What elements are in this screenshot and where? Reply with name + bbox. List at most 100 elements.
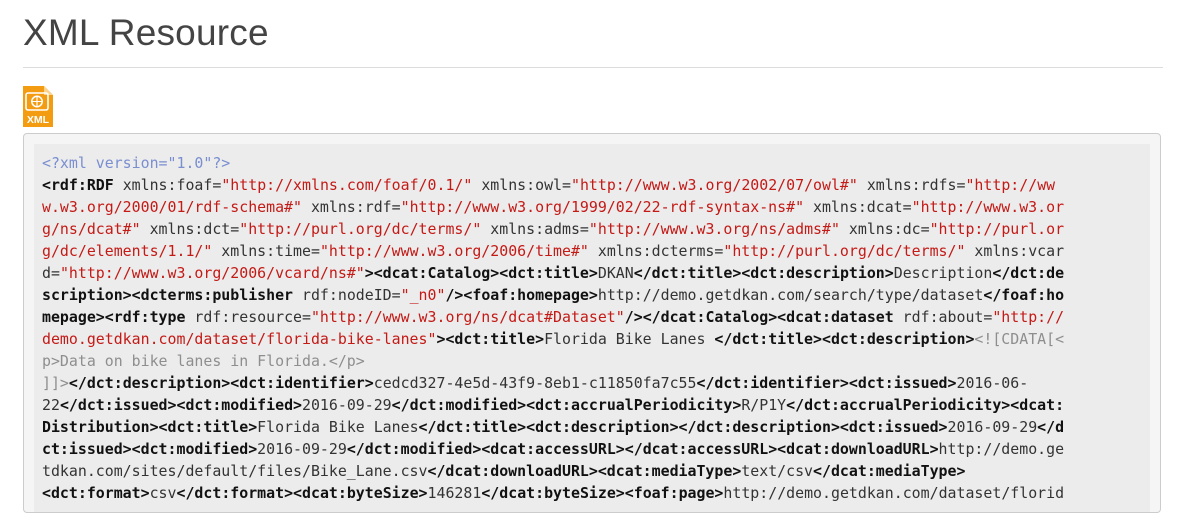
xml-icon-label: XML (27, 114, 50, 126)
code-token: <rdf:RDF (42, 176, 114, 194)
code-token: d= (42, 264, 60, 282)
code-token: DKAN (597, 264, 634, 282)
code-token: <![CDATA[< (974, 330, 1065, 348)
code-token: <dcat:mediaType> (597, 462, 742, 480)
code-token: "http://www.w3.or (911, 198, 1065, 216)
code-token: </dcat:Catalog> (642, 308, 778, 326)
code-token: </dcat:byteSize> (481, 484, 625, 502)
code-line: ct:issued><dct:modified>2016-09-29</dct:… (42, 438, 1064, 460)
code-token: <dcat:dataset (777, 308, 894, 326)
code-token: "http:// (992, 308, 1065, 326)
code-token: > (364, 264, 374, 282)
code-line: <rdf:RDF xmlns:foaf="http://xmlns.com/fo… (42, 174, 1055, 196)
code-token: "http://www.w3.org/2002/07/owl#" (570, 176, 858, 194)
code-token: <dct:accrualPeriodicity> (526, 396, 742, 414)
code-token: </dct:identifier> (696, 374, 849, 392)
code-line: Distribution><dct:title>Florida Bike Lan… (42, 416, 1064, 438)
code-line: p>Data on bike lanes in Florida.</p> (42, 350, 365, 372)
code-line: d="http://www.w3.org/2006/vcard/ns#"><dc… (42, 262, 1064, 284)
code-token: g/ns/dcat#" (42, 220, 141, 238)
code-token: Florida Bike Lanes (544, 330, 715, 348)
code-token: xmlns:adms= (481, 220, 589, 238)
code-token: "http://purl.org/dc/terms/" (723, 242, 966, 260)
code-token: </dct:accrualPeriodicity> (786, 396, 1011, 414)
code-line: <?xml version="1.0"?> (42, 152, 230, 174)
code-token: </foaf:ho (983, 286, 1065, 304)
code-token: Distribution> (42, 418, 159, 436)
code-token: <foaf:homepage> (463, 286, 598, 304)
code-token: rdf:about= (893, 308, 993, 326)
code-token: Florida Bike Lanes (257, 418, 419, 436)
code-line: scription><dcterms:publisher rdf:nodeID=… (42, 284, 1064, 306)
code-token: <?xml version="1.0"?> (42, 154, 231, 172)
code-token: "http://www.w3.org/ns/adms#" (588, 220, 840, 238)
code-token: </dct:format> (176, 484, 294, 502)
code-token: <dct:description> (526, 418, 679, 436)
title-divider (23, 67, 1163, 68)
code-token: "http://www.w3.org/2006/vcard/ns#" (59, 264, 365, 282)
code-token: csv (149, 484, 177, 502)
code-token: 2016-06- (956, 374, 1029, 392)
code-token: <foaf:page> (624, 484, 724, 502)
code-token: xmlns:rdf= (301, 198, 401, 216)
code-token: </dct:modified> (391, 396, 527, 414)
code-token: </dct:title> (633, 264, 742, 282)
code-line: tdkan.com/sites/default/files/Bike_Lane.… (42, 460, 965, 482)
code-token: xmlns:time= (212, 242, 320, 260)
code-token: <dcat:accessURL> (481, 440, 625, 458)
code-token: /> (624, 308, 643, 326)
code-token: "_n0" (400, 286, 446, 304)
code-token: </dct:description> (678, 418, 840, 436)
code-token: g/dc/elements/1.1/" (42, 242, 213, 260)
code-token: p>Data on bike lanes in Florida.</p> (42, 352, 365, 370)
code-line: mepage><rdf:type rdf:resource="http://ww… (42, 306, 1064, 328)
code-token: <dct:title> (445, 330, 545, 348)
code-line: w.w3.org/2000/01/rdf-schema#" xmlns:rdf=… (42, 196, 1064, 218)
code-token: <dct:identifier> (230, 374, 374, 392)
code-token: xmlns:dc= (839, 220, 930, 238)
code-token: <dcat:Catalog> (373, 264, 500, 282)
code-line: g/ns/dcat#" xmlns:dct="http://purl.org/d… (42, 218, 1064, 240)
code-token: <dct:title> (499, 264, 598, 282)
code-token: Description (893, 264, 993, 282)
code-token: </dct:de (992, 264, 1065, 282)
code-token: rdf:nodeID= (293, 286, 401, 304)
code-token: "http://purl.or (929, 220, 1065, 238)
code-token: demo.getdkan.com/dataset/florida-bike-la… (42, 330, 437, 348)
code-token: xmlns:dct= (140, 220, 240, 238)
code-token: <dct:title> (158, 418, 258, 436)
code-token: xmlns:rdfs= (857, 176, 966, 194)
code-token: <dct:description> (741, 264, 894, 282)
code-token: </dct:description> (68, 374, 231, 392)
code-token: "http://www.w3.org/ns/dcat#Dataset" (310, 308, 625, 326)
code-token: "http://xmlns.com/foaf/0.1/" (221, 176, 473, 194)
code-line: ]]></dct:description><dct:identifier>ced… (42, 372, 1028, 394)
code-token: 22 (42, 396, 60, 414)
code-token: w.w3.org/2000/01/rdf-schema#" (42, 198, 302, 216)
code-token: </dct:issued> (59, 396, 177, 414)
code-token: </dct:title> (418, 418, 527, 436)
code-token: ]]> (42, 374, 69, 392)
code-token: xmlns:vcar (965, 242, 1065, 260)
code-token: <dcterms:publisher (131, 286, 294, 304)
code-token: "http://ww (965, 176, 1056, 194)
code-token: http://demo.getdkan.com/search/type/data… (597, 286, 984, 304)
code-token: <dct:modified> (131, 440, 258, 458)
code-line: g/dc/elements/1.1/" xmlns:time="http://w… (42, 240, 1064, 262)
code-token: xmlns:dcat= (804, 198, 912, 216)
code-token: "http://purl.org/dc/terms/" (239, 220, 482, 238)
code-token: http://demo.ge (938, 440, 1065, 458)
code-token: 146281 (427, 484, 482, 502)
code-token: "http://www.w3.org/1999/02/22-rdf-syntax… (400, 198, 805, 216)
code-token: 2016-09-29 (302, 396, 392, 414)
code-token: text/csv (741, 462, 814, 480)
code-token: <dct:modified> (176, 396, 302, 414)
code-token: </dcat:accessURL> (624, 440, 778, 458)
xml-file-icon[interactable]: XML (23, 86, 53, 127)
code-token: 2016-09-29 (257, 440, 347, 458)
code-token: <dct:description> (822, 330, 975, 348)
code-token: <dct:issued> (839, 418, 948, 436)
code-token: <dct:issued> (848, 374, 957, 392)
code-token: <dct:format> (42, 484, 150, 502)
code-token: rdf:resource= (185, 308, 311, 326)
